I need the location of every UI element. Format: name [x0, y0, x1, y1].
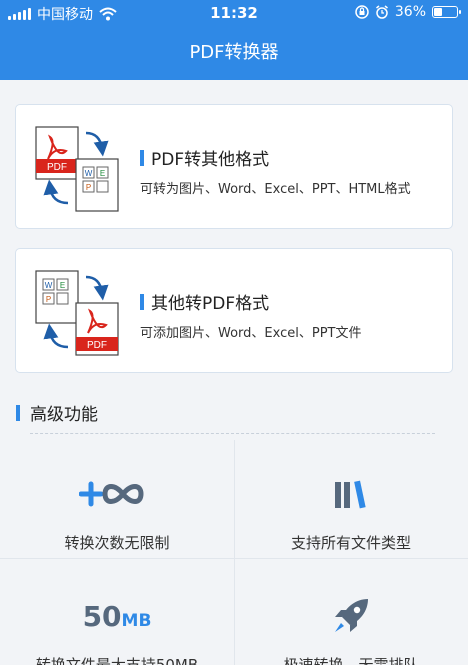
grid-divider-horizontal [0, 558, 468, 559]
pdf-to-office-icon: PDF W E P [35, 126, 119, 212]
feature-all-types: 支持所有文件类型 [234, 470, 468, 553]
section-accent-bar [16, 404, 20, 421]
pdf-to-other-card[interactable]: PDF W E P PDF转其他格式 可转为图片、Word、Excel、PPT、… [15, 104, 453, 229]
signal-icon [8, 8, 31, 20]
battery-fill [434, 8, 442, 16]
advanced-section-title: 高级功能 [16, 400, 98, 425]
excel-letter: E [60, 281, 65, 290]
feature-unlimited: 转换次数无限制 [0, 470, 234, 553]
card-title: 其他转PDF格式 [140, 289, 361, 314]
rocket-icon [335, 599, 368, 632]
office-to-pdf-icon: W E P PDF [35, 270, 119, 356]
orientation-lock-icon [355, 5, 369, 19]
feature-label: 转换次数无限制 [64, 534, 170, 552]
pdf-badge-text: PDF [87, 340, 107, 351]
feature-label: 转换文件最大支持50MB [35, 656, 199, 665]
title-accent-bar [140, 293, 144, 310]
feature-fast: 极速转换，无需排队 [234, 592, 468, 665]
50mb-icon: 50 MB [0, 592, 234, 640]
feature-max-size: 50 MB 转换文件最大支持50MB [0, 592, 234, 665]
excel-letter: E [100, 169, 105, 178]
alarm-icon [375, 5, 388, 19]
ppt-letter: P [86, 183, 91, 192]
card-text: 其他转PDF格式 可添加图片、Word、Excel、PPT文件 [140, 289, 361, 341]
books-icon [335, 480, 366, 509]
nav-bar: PDF转换器 [0, 26, 468, 80]
title-accent-bar [140, 149, 144, 166]
features-grid: 转换次数无限制 支持所有文件类型 50 MB 转换文件最大支持50MB 极速转换… [0, 440, 468, 665]
status-bar: 中国移动 11:32 36% [0, 0, 468, 26]
battery-icon [432, 6, 461, 18]
other-to-pdf-card[interactable]: W E P PDF 其他转PDF格式 可添加图片、Word、Excel、PPT文… [15, 248, 453, 373]
pdf-to-other-description: 可转为图片、Word、Excel、PPT、HTML格式 [140, 182, 411, 197]
card-title: PDF转其他格式 [140, 145, 411, 170]
feature-label: 支持所有文件类型 [290, 534, 411, 552]
status-right: 36% [355, 4, 461, 20]
status-left: 中国移动 [8, 4, 117, 24]
word-letter: W [45, 281, 53, 290]
other-to-pdf-title: 其他转PDF格式 [151, 294, 270, 314]
pdf-badge-text: PDF [47, 162, 67, 173]
advanced-title-text: 高级功能 [30, 405, 98, 425]
size-number: 50 [82, 599, 122, 633]
other-to-pdf-description: 可添加图片、Word、Excel、PPT文件 [140, 326, 362, 341]
section-divider [30, 433, 435, 434]
carrier-label: 中国移动 [37, 7, 93, 23]
plus-infinity-icon [79, 481, 144, 507]
ppt-letter: P [46, 295, 51, 304]
feature-label: 极速转换，无需排队 [283, 656, 419, 665]
pdf-to-other-title: PDF转其他格式 [151, 150, 270, 170]
battery-percent: 36% [394, 4, 426, 20]
word-letter: W [85, 169, 93, 178]
size-unit: MB [121, 610, 152, 631]
card-text: PDF转其他格式 可转为图片、Word、Excel、PPT、HTML格式 [140, 145, 411, 197]
page-title: PDF转换器 [189, 42, 279, 63]
wifi-icon [99, 7, 117, 21]
